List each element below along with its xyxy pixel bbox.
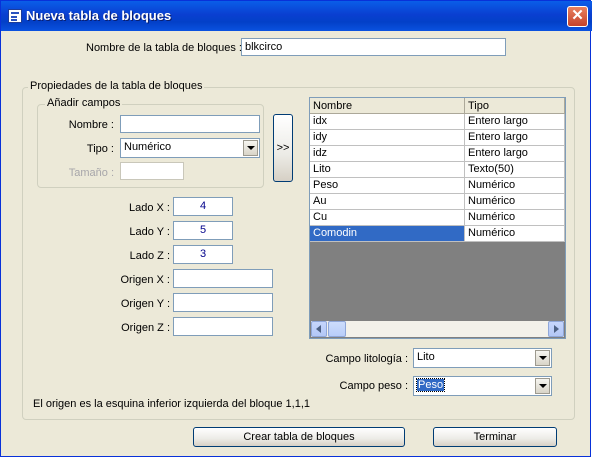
chevron-down-icon[interactable] xyxy=(535,378,550,394)
table-cell[interactable]: Cu xyxy=(310,210,465,226)
scroll-left-icon[interactable] xyxy=(311,321,327,337)
lado-y-input[interactable]: 5 xyxy=(173,221,233,240)
origen-z-input[interactable] xyxy=(173,317,273,336)
table-cell[interactable]: Texto(50) xyxy=(465,162,565,178)
table-icon xyxy=(8,9,22,23)
dialog-body: Nombre de la tabla de bloques : blkcirco… xyxy=(4,31,589,455)
lado-x-label: Lado X : xyxy=(129,202,170,214)
table-cell[interactable]: Numérico xyxy=(465,226,565,242)
origen-x-input[interactable] xyxy=(173,269,273,288)
lado-z-label: Lado Z : xyxy=(129,250,170,262)
add-fields-group-title: Añadir campos xyxy=(45,97,123,109)
table-cell[interactable]: Peso xyxy=(310,178,465,194)
campo-peso-label: Campo peso : xyxy=(339,380,408,392)
field-name-label: Nombre : xyxy=(68,119,114,131)
window-title: Nueva tabla de bloques xyxy=(26,8,172,23)
fields-table[interactable]: Nombre Tipo idx Entero largo idy Entero … xyxy=(309,97,566,339)
table-cell[interactable]: Au xyxy=(310,194,465,210)
table-cell[interactable]: Entero largo xyxy=(465,114,565,130)
add-field-button[interactable]: >> xyxy=(273,114,293,182)
campo-litologia-value: Lito xyxy=(417,351,435,363)
table-cell[interactable]: Numérico xyxy=(465,178,565,194)
campo-litologia-select[interactable]: Lito xyxy=(413,348,552,368)
chevron-down-icon[interactable] xyxy=(243,140,258,156)
table-cell[interactable]: Numérico xyxy=(465,210,565,226)
campo-litologia-label: Campo litología : xyxy=(325,353,408,365)
origen-z-label: Origen Z : xyxy=(121,322,170,334)
origen-y-label: Origen Y : xyxy=(120,298,170,310)
table-cell[interactable]: Lito xyxy=(310,162,465,178)
table-cell[interactable]: Entero largo xyxy=(465,146,565,162)
scroll-right-icon[interactable] xyxy=(548,321,564,337)
table-cell[interactable]: idx xyxy=(310,114,465,130)
chevron-down-icon[interactable] xyxy=(535,350,550,366)
campo-peso-select[interactable]: Peso xyxy=(413,376,552,396)
campo-peso-value: Peso xyxy=(415,378,446,392)
scroll-thumb[interactable] xyxy=(328,321,346,337)
origen-y-input[interactable] xyxy=(173,293,273,312)
finish-button[interactable]: Terminar xyxy=(433,427,557,447)
table-cell[interactable]: idy xyxy=(310,130,465,146)
create-table-button[interactable]: Crear tabla de bloques xyxy=(193,427,405,447)
close-button[interactable]: ✕ xyxy=(567,6,588,27)
title-bar[interactable]: Nueva tabla de bloques ✕ xyxy=(1,1,592,31)
table-cell[interactable]: idz xyxy=(310,146,465,162)
column-header-tipo[interactable]: Tipo xyxy=(465,98,565,114)
horizontal-scrollbar[interactable] xyxy=(311,321,564,337)
lado-y-label: Lado Y : xyxy=(129,226,170,238)
table-cell[interactable]: Entero largo xyxy=(465,130,565,146)
table-cell-selected[interactable]: Comodin xyxy=(310,226,465,242)
table-name-input[interactable]: blkcirco xyxy=(241,38,506,56)
field-type-label: Tipo : xyxy=(86,143,114,155)
origin-note: El origen es la esquina inferior izquier… xyxy=(33,398,311,410)
field-type-select[interactable]: Numérico xyxy=(120,138,260,158)
table-name-label: Nombre de la tabla de bloques : xyxy=(86,42,242,54)
lado-z-input[interactable]: 3 xyxy=(173,245,233,264)
lado-x-input[interactable]: 4 xyxy=(173,197,233,216)
field-size-input[interactable] xyxy=(120,162,184,180)
field-size-label: Tamaño : xyxy=(68,167,114,179)
field-name-input[interactable] xyxy=(120,115,260,133)
origen-x-label: Origen X : xyxy=(120,274,170,286)
properties-group-title: Propiedades de la tabla de bloques xyxy=(28,80,205,92)
dialog-window: Nueva tabla de bloques ✕ Nombre de la ta… xyxy=(0,0,592,457)
field-type-value: Numérico xyxy=(124,141,172,153)
column-header-nombre[interactable]: Nombre xyxy=(310,98,465,114)
table-cell[interactable]: Numérico xyxy=(465,194,565,210)
